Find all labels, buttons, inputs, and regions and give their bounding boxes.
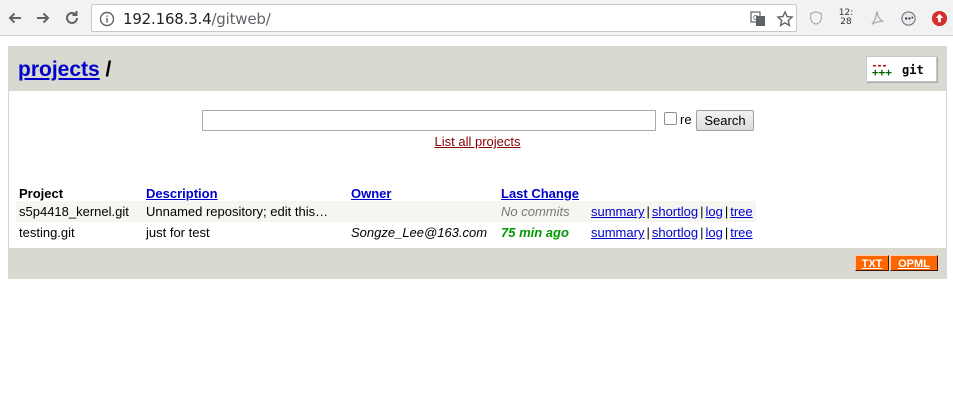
project-links: summary | shortlog | log | tree	[588, 222, 756, 243]
address-bar[interactable]: 192.168.3.4/gitweb/ G	[91, 4, 797, 32]
url-path: /gitweb/	[211, 10, 271, 28]
search-form: re Search	[202, 110, 762, 132]
git-logo-text: git	[902, 63, 924, 77]
log-link[interactable]: log	[705, 204, 722, 219]
shield-icon	[810, 11, 822, 25]
search-input[interactable]	[202, 110, 656, 131]
info-icon[interactable]	[99, 11, 115, 27]
forward-button[interactable]	[32, 7, 54, 29]
project-name[interactable]: testing.git	[16, 222, 143, 243]
git-logo-marks: +++	[872, 66, 892, 79]
page-header: projects / +++ git	[9, 47, 946, 91]
list-all-projects-link[interactable]: List all projects	[435, 134, 521, 149]
header-project: Project	[19, 186, 64, 201]
shortlog-link[interactable]: shortlog	[652, 204, 698, 219]
project-description: Unnamed repository; edit this…	[143, 201, 348, 222]
pdf-icon	[870, 10, 883, 25]
opml-feed-button[interactable]: OPML	[890, 255, 938, 271]
bookmark-star-icon[interactable]	[776, 10, 794, 28]
svg-text:G: G	[753, 14, 758, 22]
header-owner: Owner	[348, 181, 498, 201]
translate-icon[interactable]: G	[750, 11, 766, 27]
regex-checkbox[interactable]	[664, 112, 677, 125]
summary-link[interactable]: summary	[591, 204, 644, 219]
clock-extension[interactable]: 12: 28	[836, 8, 856, 28]
reload-button[interactable]	[61, 7, 83, 29]
tree-link[interactable]: tree	[730, 204, 752, 219]
gitweb-page: projects / +++ git re Search List all pr…	[8, 46, 947, 279]
arrow-left-icon	[8, 12, 21, 24]
chat-extension[interactable]	[898, 8, 918, 28]
url-host: 192.168.3.4	[123, 10, 212, 28]
chat-icon	[900, 10, 916, 26]
sort-description-link[interactable]: Description	[146, 186, 218, 201]
title-separator: /	[99, 58, 112, 81]
upload-icon	[931, 10, 947, 26]
project-links: summary | shortlog | log | tree	[588, 201, 756, 222]
table-row: s5p4418_kernel.git Unnamed repository; e…	[16, 201, 756, 222]
sort-owner-link[interactable]: Owner	[351, 186, 391, 201]
regex-label: re	[680, 112, 692, 127]
list-all-projects: List all projects	[9, 134, 946, 149]
project-description: just for test	[143, 222, 348, 243]
page-title: projects /	[18, 58, 111, 82]
reload-icon	[66, 11, 78, 24]
header-last-change: Last Change	[498, 181, 588, 201]
header-actions	[588, 181, 756, 201]
shortlog-link[interactable]: shortlog	[652, 225, 698, 240]
project-list: Project Description Owner Last Change s5…	[16, 181, 756, 243]
projects-link[interactable]: projects	[18, 58, 100, 81]
pdf-extension[interactable]	[867, 8, 887, 28]
table-row: testing.git just for test Songze_Lee@163…	[16, 222, 756, 243]
project-last-change: 75 min ago	[498, 222, 588, 243]
table-header-row: Project Description Owner Last Change	[16, 181, 756, 201]
search-button[interactable]: Search	[696, 110, 754, 131]
shield-extension[interactable]	[806, 8, 826, 28]
page-footer: TXT OPML	[9, 248, 946, 278]
header-description: Description	[143, 181, 348, 201]
project-last-change: No commits	[498, 201, 588, 222]
browser-toolbar: 192.168.3.4/gitweb/ G 12: 28	[0, 0, 953, 36]
upload-extension[interactable]	[929, 8, 949, 28]
git-logo[interactable]: +++ git	[866, 56, 937, 82]
back-button[interactable]	[4, 7, 26, 29]
sort-last-change-link[interactable]: Last Change	[501, 186, 579, 201]
git-logo-icon: +++ git	[872, 63, 924, 79]
tree-link[interactable]: tree	[730, 225, 752, 240]
project-name[interactable]: s5p4418_kernel.git	[16, 201, 143, 222]
url-text: 192.168.3.4/gitweb/	[123, 10, 271, 28]
txt-feed-button[interactable]: TXT	[855, 255, 889, 271]
project-owner	[348, 201, 498, 222]
project-owner: Songze_Lee@163.com	[348, 222, 498, 243]
summary-link[interactable]: summary	[591, 225, 644, 240]
log-link[interactable]: log	[705, 225, 722, 240]
arrow-right-icon	[37, 12, 50, 24]
clock-minute: 28	[840, 17, 852, 27]
